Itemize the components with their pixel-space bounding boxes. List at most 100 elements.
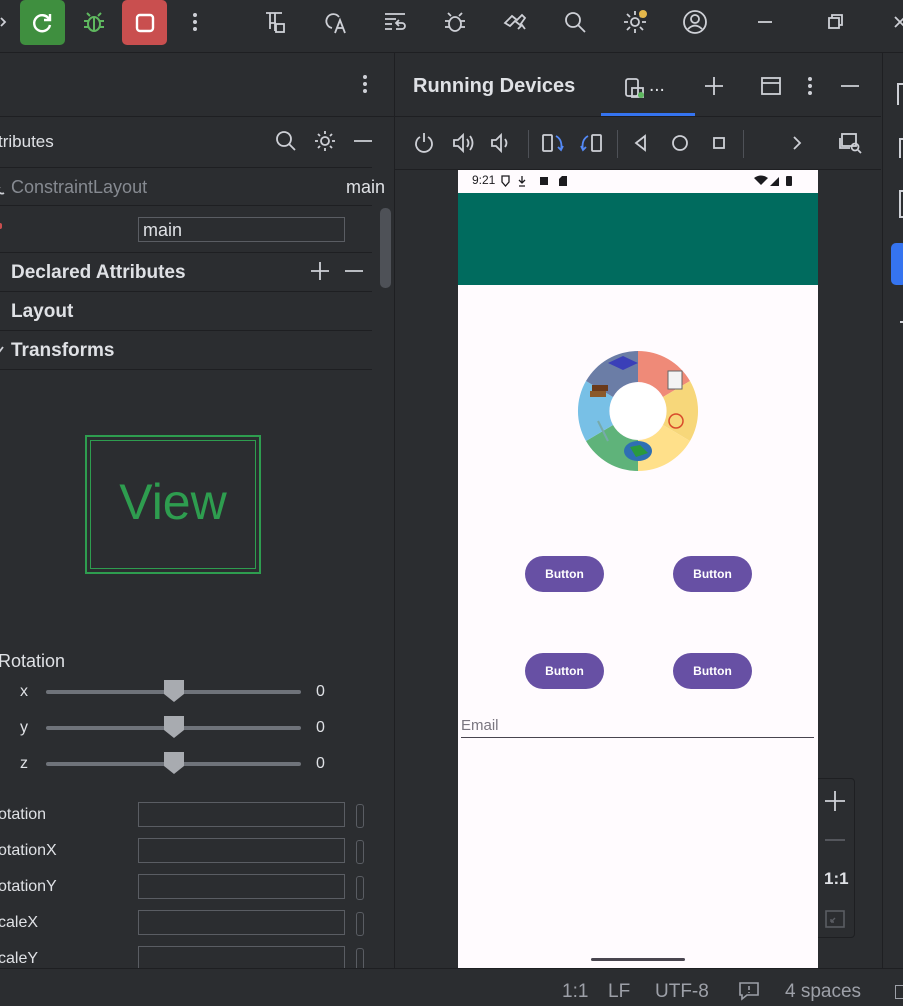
lock-icon[interactable] bbox=[895, 985, 903, 999]
device-tab-label: ... bbox=[649, 75, 665, 96]
panel-options-button[interactable] bbox=[355, 71, 375, 102]
add-attribute-button[interactable] bbox=[309, 260, 331, 287]
volume-down-button[interactable] bbox=[490, 132, 512, 159]
layout-section-header[interactable]: Layout bbox=[11, 301, 73, 323]
layout-inspector-button[interactable] bbox=[373, 0, 417, 44]
window-icon bbox=[761, 77, 781, 95]
slider-y-thumb[interactable] bbox=[163, 715, 185, 738]
rerun-button[interactable] bbox=[20, 0, 65, 45]
device-button-2[interactable]: Button bbox=[673, 556, 752, 592]
add-device-button[interactable] bbox=[703, 75, 725, 102]
android-status-bar: 9:21 bbox=[458, 170, 818, 192]
zoom-out-button[interactable] bbox=[823, 828, 847, 857]
more-icon bbox=[808, 77, 812, 95]
device-button-4[interactable]: Button bbox=[673, 653, 752, 689]
slider-x-thumb[interactable] bbox=[163, 679, 185, 702]
device-button-3[interactable]: Button bbox=[525, 653, 604, 689]
device-manager-button[interactable] bbox=[433, 0, 477, 44]
component-type: ConstraintLayout bbox=[11, 177, 148, 197]
id-field[interactable]: main bbox=[138, 217, 345, 242]
attributes-hide-button[interactable] bbox=[352, 130, 374, 157]
rotate-left-button[interactable] bbox=[541, 132, 565, 159]
gear-icon bbox=[624, 10, 647, 33]
slider-y-axis: y bbox=[20, 719, 28, 736]
slider-x-value: 0 bbox=[316, 683, 325, 700]
overview-button[interactable] bbox=[708, 132, 730, 159]
restore-window-button[interactable] bbox=[813, 0, 857, 44]
zoom-in-button[interactable] bbox=[823, 789, 847, 818]
settings-button[interactable] bbox=[613, 0, 657, 44]
rotationy-resource-picker[interactable] bbox=[356, 876, 364, 900]
attributes-search-button[interactable] bbox=[275, 130, 297, 157]
window-layout-button[interactable] bbox=[760, 75, 782, 102]
caret-position[interactable]: 1:1 bbox=[562, 981, 588, 1003]
volume-up-button[interactable] bbox=[452, 132, 476, 159]
zoom-in-icon bbox=[825, 791, 845, 811]
declared-attributes-header[interactable]: Declared Attributes bbox=[11, 262, 186, 284]
stop-button[interactable] bbox=[122, 0, 167, 45]
scalex-resource-picker[interactable] bbox=[356, 912, 364, 936]
slider-z-thumb[interactable] bbox=[163, 751, 185, 774]
gesture-nav-bar[interactable] bbox=[591, 958, 685, 961]
power-button[interactable] bbox=[413, 132, 435, 159]
device-manager-icon bbox=[445, 12, 465, 32]
rotationx-field[interactable] bbox=[138, 838, 345, 863]
minimize-window-button[interactable] bbox=[743, 0, 787, 44]
notifications-icon[interactable] bbox=[897, 83, 903, 105]
rotate-right-button[interactable] bbox=[579, 132, 603, 159]
file-encoding[interactable]: UTF-8 bbox=[655, 981, 709, 1003]
transforms-section-header[interactable]: Transforms bbox=[11, 340, 114, 362]
device-explorer-icon[interactable] bbox=[899, 190, 903, 218]
device-tab[interactable]: ... bbox=[601, 53, 695, 117]
device-button-1[interactable]: Button bbox=[525, 556, 604, 592]
rotation-resource-picker[interactable] bbox=[356, 804, 364, 828]
panel-hide-button[interactable] bbox=[839, 75, 861, 102]
preview-label: View bbox=[119, 474, 227, 530]
project-structure-button[interactable] bbox=[253, 0, 297, 44]
device-screenshot-button[interactable] bbox=[839, 132, 863, 159]
line-separator[interactable]: LF bbox=[608, 981, 630, 1003]
inspections-button[interactable] bbox=[738, 981, 760, 1006]
sync-button[interactable] bbox=[493, 0, 537, 44]
running-devices-tool-button[interactable] bbox=[891, 243, 903, 285]
gradle-icon[interactable] bbox=[899, 138, 903, 158]
required-marker bbox=[0, 223, 2, 229]
remove-attribute-button[interactable] bbox=[343, 260, 365, 287]
chevron-down-icon[interactable] bbox=[0, 343, 5, 361]
email-placeholder: Email bbox=[461, 717, 499, 734]
scalex-field[interactable] bbox=[138, 910, 345, 935]
rotationx-resource-picker[interactable] bbox=[356, 840, 364, 864]
minimize-icon bbox=[841, 85, 859, 87]
subjects-wheel-image[interactable] bbox=[577, 350, 699, 472]
zoom-out-icon bbox=[825, 839, 845, 841]
rotationy-field[interactable] bbox=[138, 874, 345, 899]
more-button[interactable] bbox=[173, 0, 217, 44]
transform-preview: View bbox=[85, 435, 261, 574]
minimize-icon bbox=[758, 21, 772, 23]
panel-scrollbar[interactable] bbox=[380, 208, 391, 288]
zoom-fit-button[interactable] bbox=[824, 908, 846, 935]
comment-icon bbox=[739, 982, 759, 1001]
panel-more-button[interactable] bbox=[800, 75, 820, 102]
zoom-actual-size-button[interactable]: 1:1 bbox=[824, 869, 849, 889]
attributes-title: tributes bbox=[0, 132, 54, 151]
more-controls-button[interactable] bbox=[786, 132, 808, 159]
rotation-label: Rotation bbox=[0, 651, 66, 671]
home-button[interactable] bbox=[669, 132, 691, 159]
sync-icon bbox=[503, 13, 527, 30]
id-field-value: main bbox=[143, 220, 183, 240]
device-screen[interactable]: 9:21 Button Button Button Button Email bbox=[458, 170, 818, 968]
back-button[interactable] bbox=[630, 132, 652, 159]
profile-icon bbox=[683, 10, 707, 34]
indent-setting[interactable]: 4 spaces bbox=[785, 981, 861, 1003]
search-button[interactable] bbox=[553, 0, 597, 44]
rotation-field[interactable] bbox=[138, 802, 345, 827]
attributes-settings-button[interactable] bbox=[314, 130, 336, 157]
main-toolbar bbox=[0, 0, 903, 53]
profile-button[interactable] bbox=[673, 0, 717, 44]
email-input[interactable]: Email bbox=[461, 716, 814, 738]
overview-icon bbox=[713, 137, 725, 149]
translate-button[interactable] bbox=[313, 0, 357, 44]
debug-button[interactable] bbox=[72, 0, 116, 44]
close-window-button[interactable] bbox=[885, 0, 903, 44]
